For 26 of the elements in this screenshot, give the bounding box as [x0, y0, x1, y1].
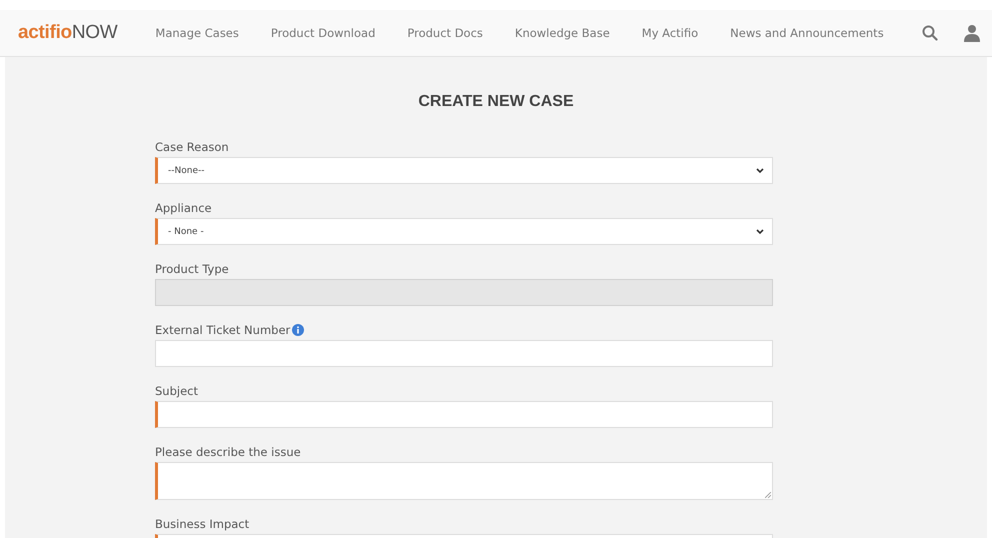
nav-link[interactable]: My Actifio	[642, 26, 698, 40]
search-icon[interactable]	[922, 25, 938, 41]
dropdown[interactable]: - None -	[155, 218, 773, 245]
input-field[interactable]	[155, 401, 773, 428]
nav-link[interactable]: Manage Cases	[155, 26, 239, 40]
input-field[interactable]	[155, 340, 773, 367]
chevron-down-icon	[756, 228, 764, 234]
field-label: Appliance	[155, 201, 212, 215]
logo[interactable]: actifioNOW	[18, 22, 118, 44]
nav-link[interactable]: Knowledge Base	[514, 26, 610, 40]
dropdown[interactable]: --None--	[155, 157, 773, 184]
text-area[interactable]	[155, 462, 773, 500]
field-label: Business Impact	[155, 517, 250, 531]
chevron-down-icon	[756, 168, 764, 174]
user-icon[interactable]	[964, 24, 980, 42]
resize-grip-icon	[765, 492, 771, 498]
nav-link[interactable]: Product Docs	[407, 26, 483, 40]
field-label: Please describe the issue	[155, 445, 301, 459]
field-label: Product Type	[155, 262, 229, 276]
nav-link[interactable]: Product Download	[270, 26, 376, 40]
nav-link[interactable]: News and Announcements	[730, 26, 884, 40]
field-label: Subject	[155, 384, 198, 398]
field-label: Case Reason	[155, 140, 229, 154]
page-title: CREATE NEW CASE	[417, 92, 575, 111]
info-icon[interactable]	[292, 324, 304, 336]
field-label: External Ticket Number	[155, 323, 290, 337]
